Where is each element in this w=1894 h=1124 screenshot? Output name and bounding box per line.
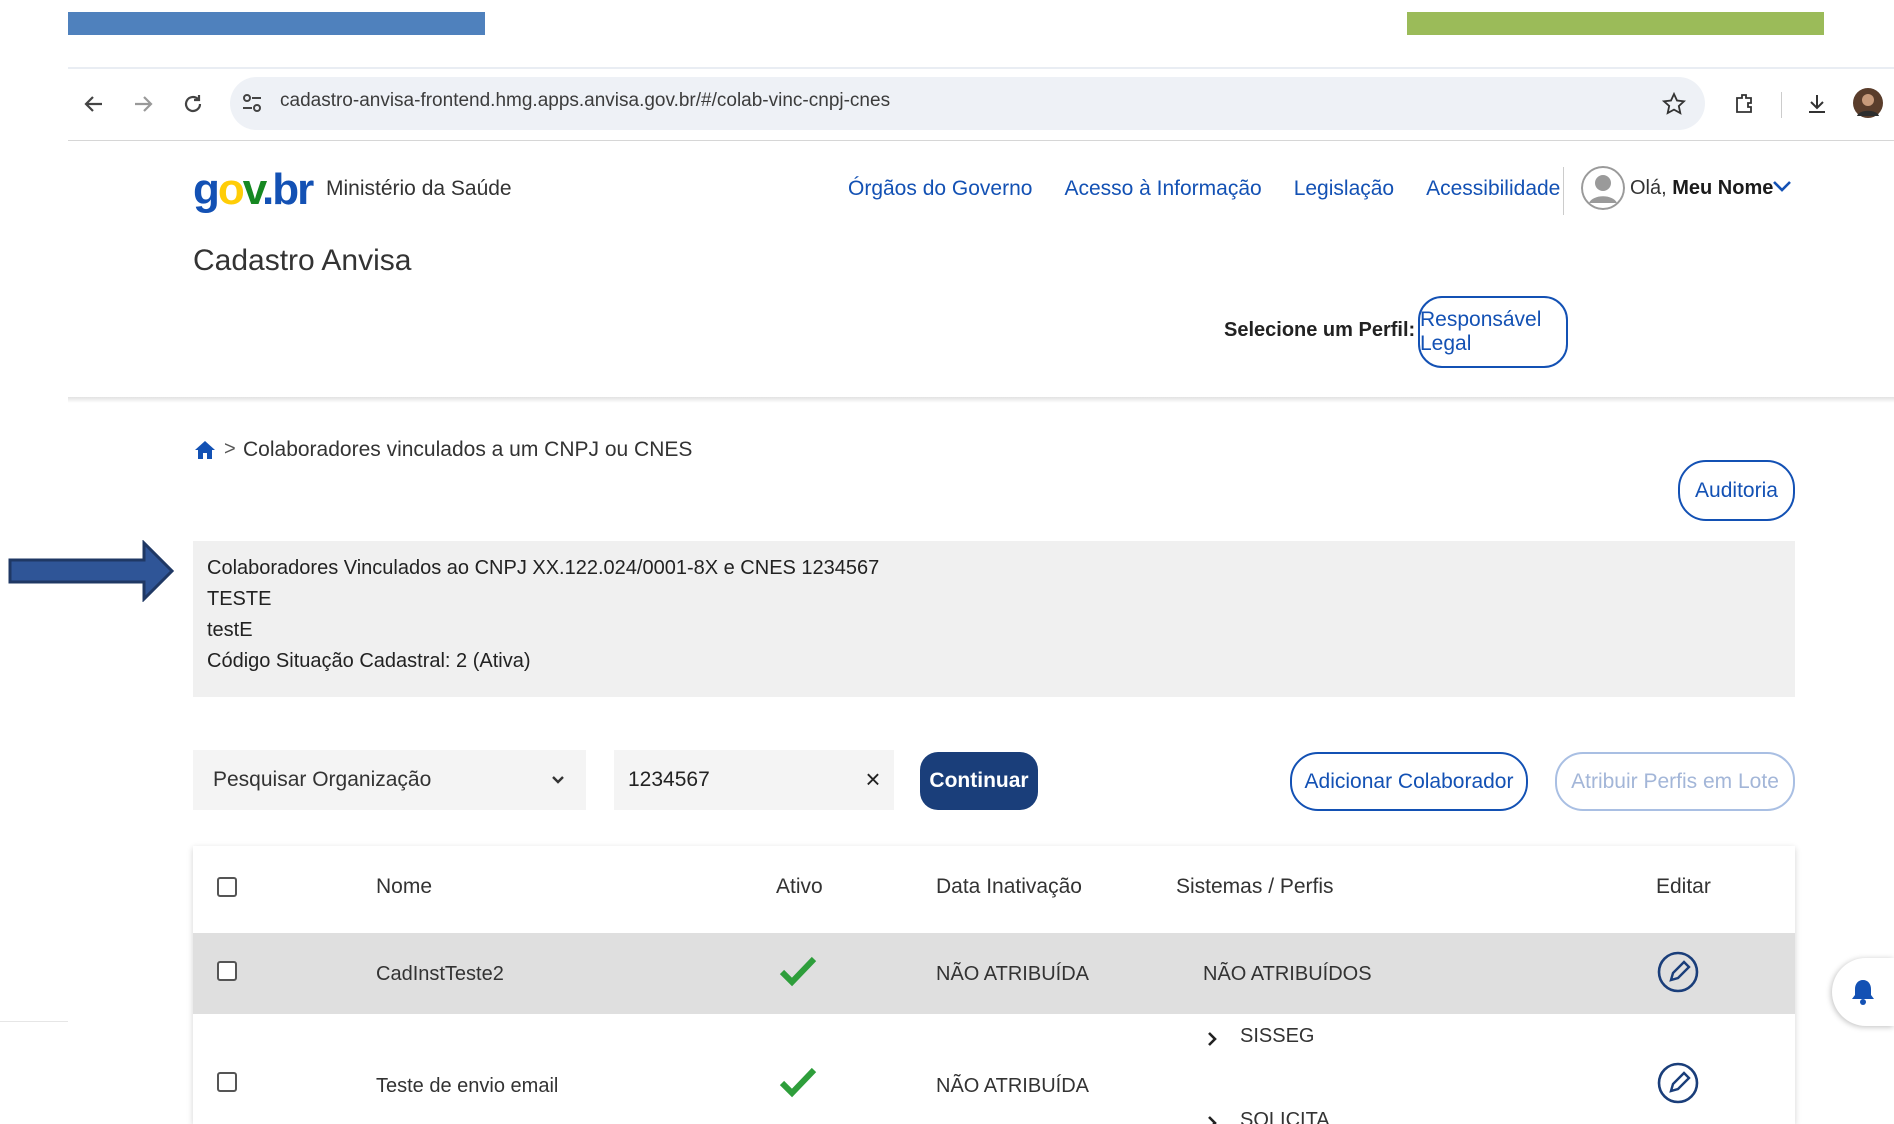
header-shadow bbox=[68, 397, 1894, 403]
home-icon[interactable] bbox=[193, 438, 219, 464]
forward-icon[interactable] bbox=[127, 88, 159, 120]
user-menu[interactable]: Olá, Meu Nome bbox=[1630, 177, 1773, 200]
row-checkbox[interactable] bbox=[217, 1072, 237, 1092]
decor-blue-bar bbox=[68, 12, 485, 35]
breadcrumb-separator: > bbox=[224, 438, 236, 460]
chevron-down-icon bbox=[548, 770, 568, 790]
active-check-icon bbox=[779, 955, 817, 987]
row-checkbox[interactable] bbox=[217, 961, 237, 981]
add-collaborator-button[interactable]: Adicionar Colaborador bbox=[1290, 752, 1528, 811]
edit-icon[interactable] bbox=[1657, 1062, 1699, 1104]
auditoria-button[interactable]: Auditoria bbox=[1678, 460, 1795, 521]
collaborators-table: Nome Ativo Data Inativação Sistemas / Pe… bbox=[193, 846, 1795, 1124]
profile-select-button[interactable]: Responsável Legal bbox=[1418, 296, 1568, 368]
ministry-name: Ministério da Saúde bbox=[326, 177, 512, 200]
header-sistemas[interactable]: Sistemas / Perfis bbox=[1176, 875, 1334, 899]
callout-arrow-icon bbox=[8, 539, 176, 603]
system-solicita[interactable]: SOLICITA bbox=[1240, 1109, 1330, 1124]
row-data-inativacao: NÃO ATRIBUÍDA bbox=[936, 963, 1089, 985]
info-line-cnpj: Colaboradores Vinculados ao CNPJ XX.122.… bbox=[207, 557, 880, 579]
link-acesso[interactable]: Acesso à Informação bbox=[1064, 177, 1261, 201]
bulk-assign-button[interactable]: Atribuir Perfis em Lote bbox=[1555, 752, 1795, 811]
profile-avatar-icon[interactable] bbox=[1853, 88, 1883, 118]
info-box: Colaboradores Vinculados ao CNPJ XX.122.… bbox=[193, 541, 1795, 697]
edit-icon[interactable] bbox=[1657, 951, 1699, 993]
link-acessibilidade[interactable]: Acessibilidade bbox=[1426, 177, 1560, 201]
notifications-button[interactable] bbox=[1832, 958, 1894, 1026]
organization-select[interactable]: Pesquisar Organização bbox=[193, 750, 586, 810]
decor-green-bar bbox=[1407, 12, 1824, 35]
continuar-button[interactable]: Continuar bbox=[920, 752, 1038, 810]
system-sisseg[interactable]: SISSEG bbox=[1240, 1025, 1314, 1048]
chevron-down-icon[interactable] bbox=[1770, 174, 1794, 198]
breadcrumb-current: Colaboradores vinculados a um CNPJ ou CN… bbox=[243, 438, 693, 461]
toolbar-divider bbox=[1781, 92, 1782, 118]
select-value: Pesquisar Organização bbox=[213, 768, 432, 791]
url-text[interactable]: cadastro-anvisa-frontend.hmg.apps.anvisa… bbox=[280, 90, 890, 112]
bookmark-star-icon[interactable] bbox=[1658, 88, 1690, 120]
link-orgaos[interactable]: Órgãos do Governo bbox=[848, 177, 1032, 201]
row-data-inativacao: NÃO ATRIBUÍDA bbox=[936, 1075, 1089, 1097]
reload-icon[interactable] bbox=[177, 88, 209, 120]
expand-chevron-icon[interactable] bbox=[1203, 1030, 1221, 1048]
extensions-icon[interactable] bbox=[1728, 88, 1760, 120]
back-icon[interactable] bbox=[78, 88, 110, 120]
profile-label: Selecione um Perfil: bbox=[1224, 319, 1416, 341]
clear-icon[interactable]: × bbox=[858, 764, 888, 794]
select-all-checkbox[interactable] bbox=[217, 877, 237, 897]
top-nav-links: Órgãos do Governo Acesso à Informação Le… bbox=[848, 177, 1560, 201]
row-nome: Teste de envio email bbox=[376, 1075, 559, 1097]
app-title: Cadastro Anvisa bbox=[193, 244, 412, 277]
active-check-icon bbox=[779, 1066, 817, 1098]
search-value: 1234567 bbox=[628, 768, 710, 791]
link-legislacao[interactable]: Legislação bbox=[1294, 177, 1394, 201]
header-ativo[interactable]: Ativo bbox=[776, 875, 823, 899]
table-row: Teste de envio email NÃO ATRIBUÍDA SISSE… bbox=[193, 1014, 1795, 1124]
expand-chevron-icon[interactable] bbox=[1203, 1114, 1221, 1124]
row-nome: CadInstTeste2 bbox=[376, 963, 504, 985]
header-editar: Editar bbox=[1656, 875, 1711, 898]
decor-rule bbox=[0, 1021, 68, 1022]
info-line-status: Código Situação Cadastral: 2 (Ativa) bbox=[207, 650, 531, 672]
header-data[interactable]: Data Inativação bbox=[936, 875, 1082, 899]
table-row: CadInstTeste2 NÃO ATRIBUÍDA NÃO ATRIBUÍD… bbox=[193, 933, 1795, 1014]
info-line-alias: testE bbox=[207, 619, 253, 641]
download-icon[interactable] bbox=[1801, 88, 1833, 120]
info-line-name: TESTE bbox=[207, 588, 272, 610]
header-divider bbox=[1563, 167, 1564, 215]
header-nome[interactable]: Nome bbox=[376, 875, 432, 899]
user-avatar-icon[interactable] bbox=[1581, 166, 1625, 210]
search-input[interactable]: 1234567 × bbox=[614, 750, 894, 810]
row-sistemas: NÃO ATRIBUÍDOS bbox=[1203, 963, 1372, 985]
site-info-icon[interactable] bbox=[242, 92, 262, 114]
govbr-logo[interactable]: gov.br bbox=[193, 165, 314, 215]
